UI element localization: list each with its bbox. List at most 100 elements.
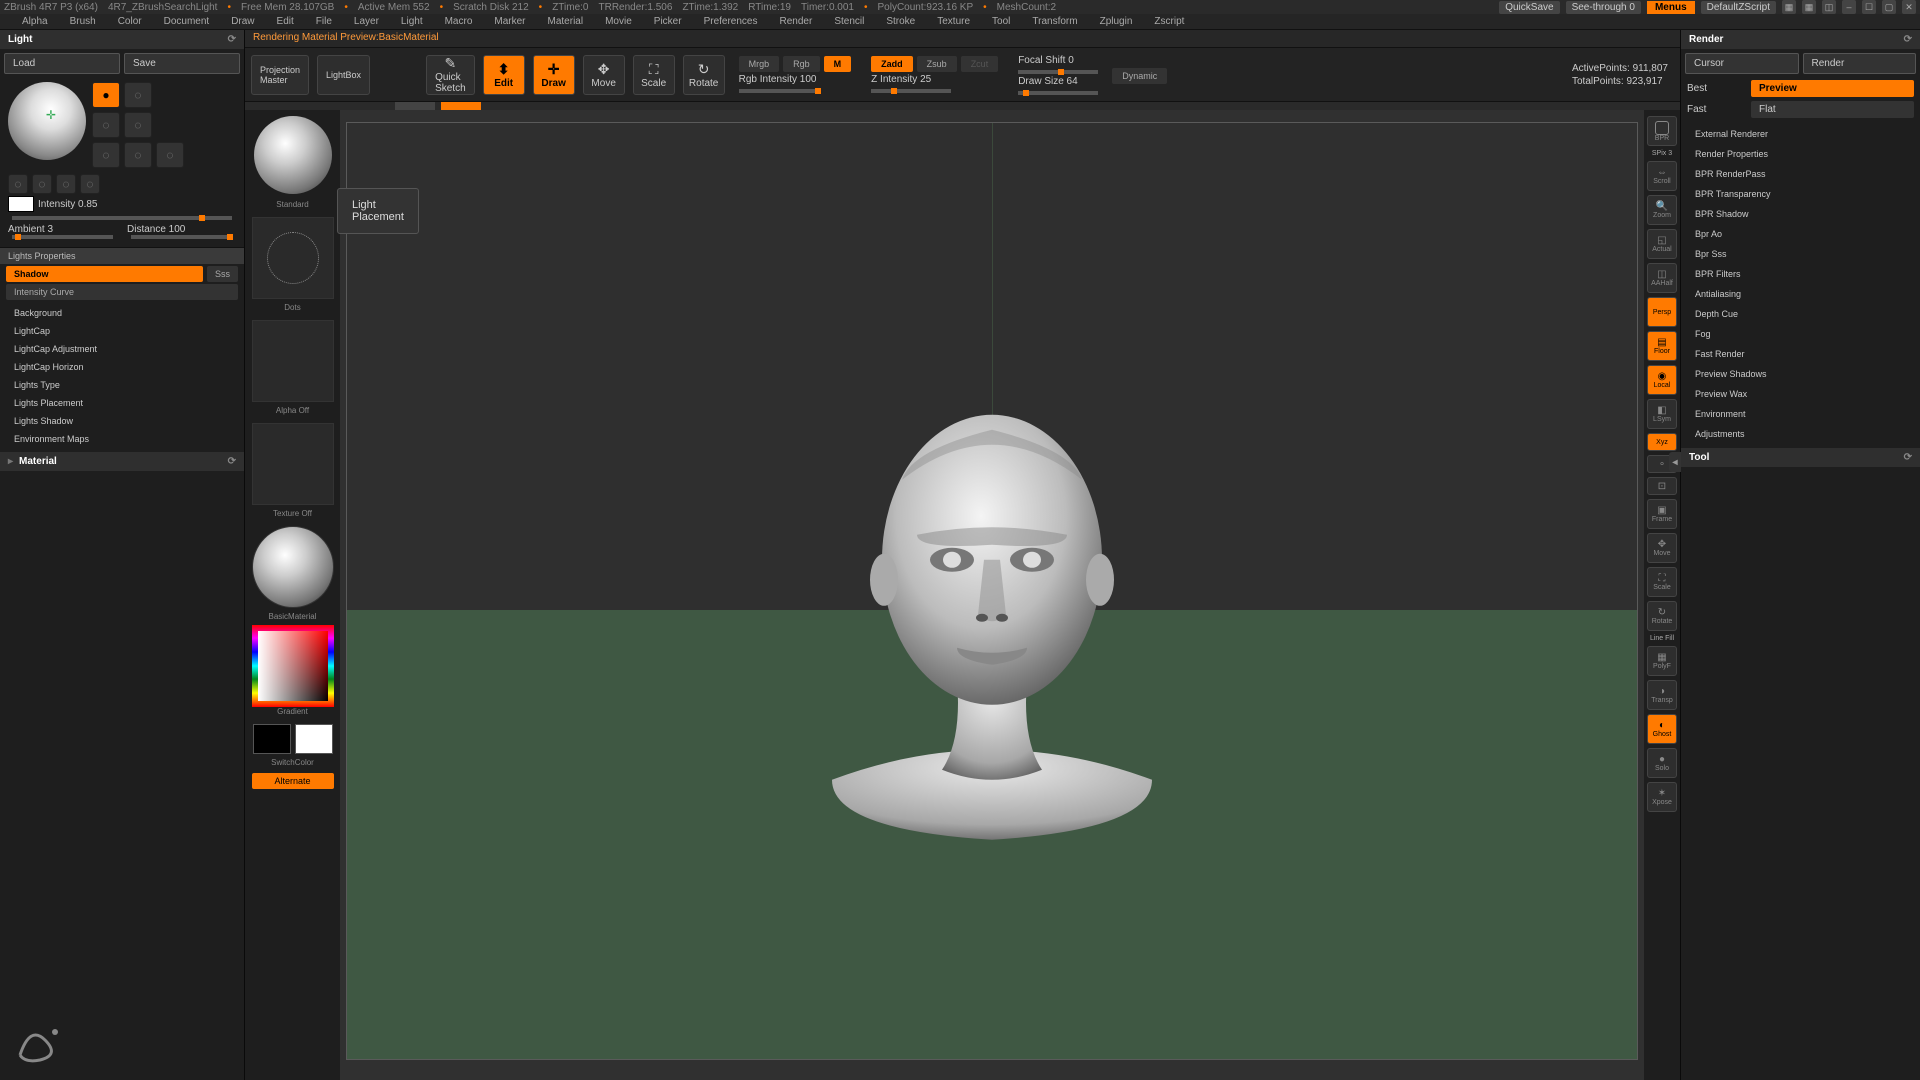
reload-icon[interactable]: ⟳ [228,456,236,467]
menu-texture[interactable]: Texture [927,16,980,27]
floor-button[interactable]: ▤Floor [1647,331,1677,361]
render-bpr-shadow[interactable]: BPR Shadow [1681,204,1920,224]
seethrough-slider[interactable]: See-through 0 [1566,1,1641,14]
render-properties[interactable]: Render Properties [1681,144,1920,164]
light-slot-5[interactable]: ◌ [92,142,120,168]
intensity-slider[interactable] [12,216,232,220]
fast-label[interactable]: Fast [1687,104,1747,115]
render-fog[interactable]: Fog [1681,324,1920,344]
bpr-button[interactable]: BPR [1647,116,1677,146]
z-intensity-slider[interactable] [871,89,951,93]
render-preview-shadows[interactable]: Preview Shadows [1681,364,1920,384]
texture-slot[interactable] [252,423,334,505]
menu-edit[interactable]: Edit [267,16,304,27]
section-lights-placement[interactable]: Lights Placement [0,394,244,412]
brush-preview-sphere[interactable] [254,116,332,194]
light-slot-6[interactable]: ◌ [124,142,152,168]
projection-master-button[interactable]: Projection Master [251,55,309,95]
close-icon[interactable]: ✕ [1902,0,1916,14]
lsym-button[interactable]: ◧LSym [1647,399,1677,429]
material-slot[interactable] [252,526,334,608]
light-slot-8[interactable]: ◌ [8,174,28,194]
collapse-icon[interactable]: ◂ [1669,452,1681,472]
tab-slot[interactable] [441,102,481,110]
scroll-button[interactable]: ⇔Scroll [1647,161,1677,191]
actual-button[interactable]: ◱Actual [1647,229,1677,259]
layout-icon[interactable]: ▦ [1782,0,1796,14]
tab-slot[interactable] [395,102,435,110]
solo-button[interactable]: ●Solo [1647,748,1677,778]
zoom-button[interactable]: 🔍Zoom [1647,195,1677,225]
light-slot-4[interactable]: ◌ [124,112,152,138]
ghost-button[interactable]: ◐Ghost [1647,714,1677,744]
light-slot-3[interactable]: ◌ [92,112,120,138]
alpha-slot[interactable] [252,320,334,402]
focal-shift-slider[interactable] [1018,70,1098,74]
color-picker[interactable] [252,625,334,707]
secondary-color-swatch[interactable] [253,724,291,754]
menu-picker[interactable]: Picker [644,16,692,27]
xpose-button[interactable]: ✶Xpose [1647,782,1677,812]
light-slot-10[interactable]: ◌ [56,174,76,194]
menu-file[interactable]: File [306,16,342,27]
lightbox-button[interactable]: LightBox [317,55,370,95]
render-fast-render[interactable]: Fast Render [1681,344,1920,364]
rgb-intensity-slider[interactable] [739,89,819,93]
menu-macro[interactable]: Macro [435,16,483,27]
rgb-button[interactable]: Rgb [783,56,820,72]
m-button[interactable]: M [824,56,852,72]
rotate-mode-button[interactable]: ↻Rotate [683,55,725,95]
load-button[interactable]: Load [4,53,120,74]
sss-button[interactable]: Sss [207,266,238,282]
section-lightcap-adjustment[interactable]: LightCap Adjustment [0,340,244,358]
light-color-swatch[interactable] [8,196,34,212]
menu-alpha[interactable]: Alpha [12,16,58,27]
polyf-button[interactable]: ▦PolyF [1647,646,1677,676]
render-bpr-sss[interactable]: Bpr Sss [1681,244,1920,264]
quick-sketch-button[interactable]: ✎ Quick Sketch [426,55,475,95]
reload-icon[interactable]: ⟳ [228,34,236,45]
min-icon[interactable]: – [1842,0,1856,14]
menu-movie[interactable]: Movie [595,16,642,27]
menu-stroke[interactable]: Stroke [876,16,925,27]
scale-view-button[interactable]: ⛶Scale [1647,567,1677,597]
move-mode-button[interactable]: ✥Move [583,55,625,95]
render-bpr-filters[interactable]: BPR Filters [1681,264,1920,284]
defaultzscript-button[interactable]: DefaultZScript [1701,1,1776,14]
alternate-button[interactable]: Alternate [252,773,334,789]
light-slot-7[interactable]: ◌ [156,142,184,168]
local-button[interactable]: ◉Local [1647,365,1677,395]
intensity-curve-button[interactable]: Intensity Curve [6,284,238,300]
persp-button[interactable]: Persp [1647,297,1677,327]
menu-stencil[interactable]: Stencil [824,16,874,27]
section-lightcap-horizon[interactable]: LightCap Horizon [0,358,244,376]
distance-slider[interactable] [131,235,232,239]
render-depth-cue[interactable]: Depth Cue [1681,304,1920,324]
menu-brush[interactable]: Brush [60,16,106,27]
frame-button[interactable]: ▣Frame [1647,499,1677,529]
scale-mode-button[interactable]: ⛶Scale [633,55,675,95]
menu-transform[interactable]: Transform [1022,16,1087,27]
render-antialiasing[interactable]: Antialiasing [1681,284,1920,304]
cursor-button[interactable]: Cursor [1685,53,1799,74]
aahalf-button[interactable]: ◫AAHalf [1647,263,1677,293]
xyz-button[interactable]: Xyz [1647,433,1677,451]
menu-zplugin[interactable]: Zplugin [1090,16,1143,27]
save-button[interactable]: Save [124,53,240,74]
render-bpr-ao[interactable]: Bpr Ao [1681,224,1920,244]
render-environment[interactable]: Environment [1681,404,1920,424]
light-slot-2[interactable]: ◌ [124,82,152,108]
draw-size-slider[interactable] [1018,91,1098,95]
light-slot-1[interactable]: ● [92,82,120,108]
zsub-button[interactable]: Zsub [917,56,957,72]
zadd-button[interactable]: Zadd [871,56,913,72]
light-slot-11[interactable]: ◌ [80,174,100,194]
primary-color-swatch[interactable] [295,724,333,754]
clone-icon[interactable]: ◫ [1822,0,1836,14]
rotate-view-button[interactable]: ↻Rotate [1647,601,1677,631]
flat-button[interactable]: Flat [1751,101,1914,118]
section-lights-shadow[interactable]: Lights Shadow [0,412,244,430]
section-environment-maps[interactable]: Environment Maps [0,430,244,448]
move-view-button[interactable]: ✥Move [1647,533,1677,563]
section-background[interactable]: Background [0,304,244,322]
